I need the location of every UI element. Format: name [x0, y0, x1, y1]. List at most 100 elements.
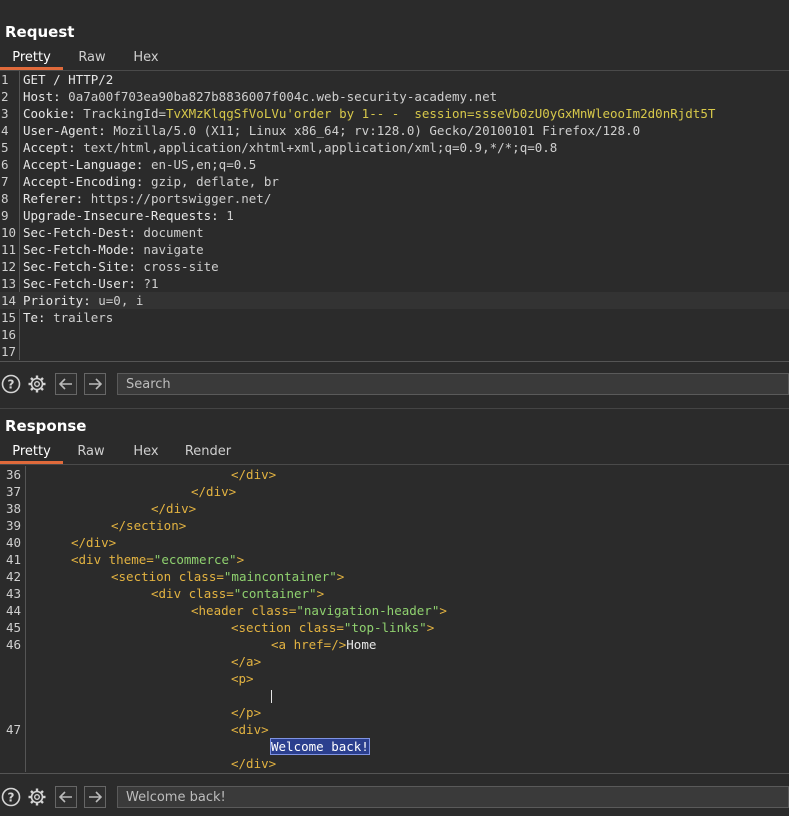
line-number: 46: [6, 637, 22, 652]
code-token: theme=: [108, 552, 154, 567]
response-tab-render[interactable]: Render: [173, 442, 243, 464]
request-line: 3 Cookie: TrackingId=TvXMzKlqgSfVoLVu'ord…: [0, 105, 789, 122]
request-line: 4 User-Agent: Mozilla/5.0 (X11; Linux x86…: [0, 122, 789, 139]
response-line-code: <div class="container">: [151, 585, 324, 602]
gear-icon[interactable]: [27, 374, 47, 394]
request-line-code: Host: 0a7a00f703ea90ba827b8836007f004c.w…: [23, 88, 497, 105]
line-number: 44: [6, 603, 22, 618]
response-line: 44 <header class="navigation-header">: [0, 602, 789, 619]
request-line-code: Sec-Fetch-Mode: navigate: [23, 241, 204, 258]
response-line: 40 </div>: [0, 534, 789, 551]
line-number: 37: [6, 484, 22, 499]
code-token: <section: [111, 569, 179, 584]
code-token: <div: [71, 552, 109, 567]
response-line: </a>: [0, 653, 789, 670]
response-line: 37 </div>: [0, 483, 789, 500]
request-line: 13 Sec-Fetch-User: ?1: [0, 275, 789, 292]
request-line-code: Cookie: TrackingId=TvXMzKlqgSfVoLVu'orde…: [23, 105, 715, 122]
response-line-code: <section class="top-links">: [231, 619, 434, 636]
forward-arrow-icon[interactable]: [84, 786, 106, 808]
code-token: </div>: [231, 756, 277, 771]
code-token: href=: [293, 637, 332, 652]
response-line-code: </section>: [111, 517, 186, 534]
line-number: 7: [1, 174, 9, 189]
code-token: <a: [271, 637, 294, 652]
line-number: 40: [6, 535, 22, 550]
response-tab-pretty[interactable]: Pretty: [0, 442, 63, 464]
code-token: class=: [298, 620, 344, 635]
response-line-code: </div>: [231, 755, 276, 772]
forward-arrow-icon[interactable]: [84, 373, 106, 395]
request-tab-pretty[interactable]: Pretty: [0, 48, 63, 70]
response-line-code: <section class="maincontainer">: [111, 568, 344, 585]
response-line: 43 <div class="container">: [0, 585, 789, 602]
code-token: <header: [191, 603, 252, 618]
line-number: 1: [1, 72, 9, 87]
code-token: "container": [233, 586, 317, 601]
request-editor[interactable]: 1 GET / HTTP/2 2 Host: 0a7a00f703ea90ba827b…: [0, 71, 789, 360]
request-line: 14 Priority: u=0, i: [0, 292, 789, 309]
back-arrow-icon[interactable]: [55, 373, 77, 395]
text-cursor: [271, 690, 272, 703]
request-line-code: User-Agent: Mozilla/5.0 (X11; Linux x86_…: [23, 122, 640, 139]
response-line-code: Welcome back!: [270, 738, 370, 755]
request-line-code: Sec-Fetch-Dest: document: [23, 224, 204, 241]
line-number: 3: [1, 106, 9, 121]
request-tab-hex[interactable]: Hex: [121, 48, 171, 70]
header-value: document: [135, 225, 204, 240]
header-value: Mozilla/5.0 (X11; Linux x86_64; rv:128.0…: [105, 123, 641, 138]
header-name: Sec-Fetch-User:: [23, 276, 136, 291]
header-value: navigate: [135, 242, 204, 257]
code-token: </div>: [71, 535, 117, 550]
response-line: 38 </div>: [0, 500, 789, 517]
code-token: </div>: [231, 467, 277, 482]
line-number: 15: [1, 310, 17, 325]
header-value: 1: [218, 208, 234, 223]
back-arrow-icon[interactable]: [55, 786, 77, 808]
request-line: 17: [0, 343, 789, 360]
code-token: class=: [178, 569, 224, 584]
help-icon[interactable]: ?: [1, 374, 21, 394]
code-token: Home: [346, 637, 377, 652]
line-number: 47: [6, 722, 22, 737]
line-number: 12: [1, 259, 17, 274]
line-number: 4: [1, 123, 9, 138]
line-number: 6: [1, 157, 9, 172]
help-icon[interactable]: ?: [1, 787, 21, 807]
request-line-code: Referer: https://portswigger.net/: [23, 190, 271, 207]
request-line: 8 Referer: https://portswigger.net/: [0, 190, 789, 207]
code-token: />: [331, 637, 347, 652]
response-divider: [0, 773, 789, 774]
response-tab-raw[interactable]: Raw: [63, 442, 119, 464]
code-token: "navigation-header": [296, 603, 440, 618]
response-tab-hex[interactable]: Hex: [119, 442, 173, 464]
code-token: >: [316, 586, 325, 601]
header-name: Referer:: [23, 191, 84, 206]
code-token: </section>: [111, 518, 187, 533]
response-line: 36 </div>: [0, 466, 789, 483]
request-line-code: GET / HTTP/2: [23, 71, 113, 88]
response-line: 39 </section>: [0, 517, 789, 534]
line-number: 42: [6, 569, 22, 584]
line-number: 10: [1, 225, 17, 240]
response-line-code: </div>: [151, 500, 196, 517]
response-editor[interactable]: 36 </div> 37 </div> 38 </div> 39 </section> 40 </…: [0, 466, 789, 772]
header-name: Sec-Fetch-Site:: [23, 259, 136, 274]
request-line-code: Upgrade-Insecure-Requests: 1: [23, 207, 234, 224]
request-search-input[interactable]: [117, 373, 789, 395]
header-value: 0a7a00f703ea90ba827b8836007f004c.web-sec…: [60, 89, 498, 104]
line-number: 11: [1, 242, 17, 257]
code-token: "top-links": [343, 620, 427, 635]
response-line-code: </div>: [191, 483, 236, 500]
response-search-input[interactable]: [117, 786, 789, 808]
svg-text:?: ?: [8, 378, 15, 392]
request-line-code: Accept: text/html,application/xhtml+xml,…: [23, 139, 557, 156]
header-name: Upgrade-Insecure-Requests:: [23, 208, 219, 223]
request-line: 16: [0, 326, 789, 343]
request-tab-raw[interactable]: Raw: [63, 48, 121, 70]
gear-icon[interactable]: [27, 787, 47, 807]
header-value: https://portswigger.net/: [83, 191, 272, 206]
request-line: 7 Accept-Encoding: gzip, deflate, br: [0, 173, 789, 190]
header-name: Accept:: [23, 140, 76, 155]
header-name: Priority:: [23, 293, 91, 308]
